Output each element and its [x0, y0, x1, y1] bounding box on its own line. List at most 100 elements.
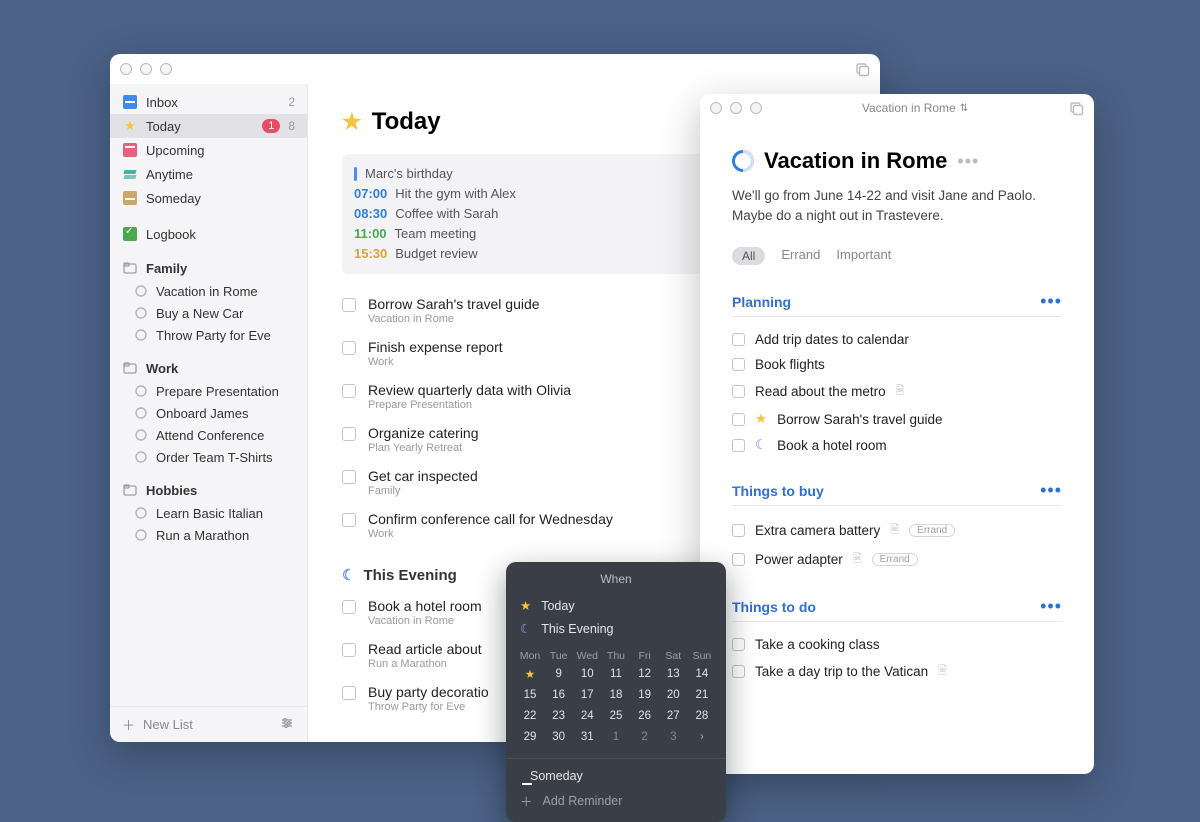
calendar-day[interactable]: 21	[690, 685, 714, 705]
sidebar-project[interactable]: Attend Conference	[110, 424, 307, 446]
sidebar-project[interactable]: Learn Basic Italian	[110, 502, 307, 524]
calendar-day[interactable]: 1	[604, 727, 628, 747]
tag-important[interactable]: Important	[836, 247, 891, 265]
more-icon[interactable]: •••	[957, 151, 979, 172]
add-reminder[interactable]: ＋ Add Reminder	[506, 787, 726, 814]
calendar-day[interactable]: 20	[661, 685, 685, 705]
checkbox[interactable]	[732, 638, 745, 651]
sidebar-project[interactable]: Throw Party for Eve	[110, 324, 307, 346]
when-someday[interactable]: Someday	[506, 765, 726, 787]
chevron-right-icon[interactable]: ›	[690, 727, 714, 747]
sidebar-project[interactable]: Onboard James	[110, 402, 307, 424]
section-name[interactable]: Things to buy	[732, 483, 824, 499]
task-row[interactable]: ★Borrow Sarah's travel guide	[732, 406, 1062, 432]
checkbox[interactable]	[342, 427, 356, 441]
star-icon[interactable]: ★	[518, 664, 542, 684]
calendar-day[interactable]: 11	[604, 664, 628, 684]
sidebar-project[interactable]: Prepare Presentation	[110, 380, 307, 402]
zoom-icon[interactable]	[160, 63, 172, 75]
sidebar-area[interactable]: Work	[110, 356, 307, 380]
sidebar-item-anytime[interactable]: Anytime	[110, 162, 307, 186]
zoom-icon[interactable]	[750, 102, 762, 114]
task-row[interactable]: ☾Book a hotel room	[732, 432, 1062, 458]
calendar-day[interactable]: 12	[633, 664, 657, 684]
tag-errand[interactable]: Errand	[781, 247, 820, 265]
plus-icon[interactable]: ＋	[122, 715, 135, 734]
calendar-day[interactable]: 17	[575, 685, 599, 705]
checkbox[interactable]	[342, 470, 356, 484]
minimize-icon[interactable]	[140, 63, 152, 75]
sidebar-project[interactable]: Run a Marathon	[110, 524, 307, 546]
minimize-icon[interactable]	[730, 102, 742, 114]
window-title[interactable]: Vacation in Rome ⇅	[762, 101, 1068, 115]
sidebar-area[interactable]: Family	[110, 256, 307, 280]
sidebar-item-someday[interactable]: Someday	[110, 186, 307, 210]
section-name[interactable]: Things to do	[732, 599, 816, 615]
close-icon[interactable]	[710, 102, 722, 114]
checkbox[interactable]	[342, 341, 356, 355]
task-row[interactable]: Power adapter🗎Errand	[732, 545, 1062, 574]
checkbox[interactable]	[732, 665, 745, 678]
checkbox[interactable]	[732, 413, 745, 426]
more-icon[interactable]: •••	[1040, 596, 1062, 617]
section-name[interactable]: Planning	[732, 294, 791, 310]
checkbox[interactable]	[342, 686, 356, 700]
sidebar-project[interactable]: Vacation in Rome	[110, 280, 307, 302]
calendar-day[interactable]: 27	[661, 706, 685, 726]
sidebar-project[interactable]: Buy a New Car	[110, 302, 307, 324]
calendar-day[interactable]: 18	[604, 685, 628, 705]
calendar-day[interactable]: 9	[547, 664, 571, 684]
sidebar-item-upcoming[interactable]: Upcoming	[110, 138, 307, 162]
new-list-button[interactable]: New List	[143, 717, 193, 732]
calendar-day[interactable]: 28	[690, 706, 714, 726]
when-today[interactable]: ★ Today	[506, 594, 726, 617]
task-row[interactable]: Read about the metro🗎	[732, 377, 1062, 406]
checkbox[interactable]	[732, 439, 745, 452]
calendar-day[interactable]: 19	[633, 685, 657, 705]
calendar-day[interactable]: 16	[547, 685, 571, 705]
task-row[interactable]: Add trip dates to calendar	[732, 327, 1062, 352]
calendar-day[interactable]: 22	[518, 706, 542, 726]
calendar-day[interactable]: 26	[633, 706, 657, 726]
calendar-day[interactable]: 3	[661, 727, 685, 747]
when-evening[interactable]: ☾ This Evening	[506, 617, 726, 640]
calendar-day[interactable]: 2	[633, 727, 657, 747]
checkbox[interactable]	[732, 524, 745, 537]
task-row[interactable]: Take a day trip to the Vatican🗎	[732, 657, 1062, 686]
checkbox[interactable]	[342, 513, 356, 527]
new-window-icon[interactable]	[854, 61, 870, 77]
checkbox[interactable]	[342, 384, 356, 398]
sidebar-area[interactable]: Hobbies	[110, 478, 307, 502]
sidebar-project[interactable]: Order Team T-Shirts	[110, 446, 307, 468]
task-row[interactable]: Extra camera battery🗎Errand	[732, 516, 1062, 545]
project-notes[interactable]: We'll go from June 14-22 and visit Jane …	[732, 186, 1062, 225]
checkbox[interactable]	[342, 600, 356, 614]
calendar-day[interactable]: 29	[518, 727, 542, 747]
task-row[interactable]: Take a cooking class	[732, 632, 1062, 657]
settings-icon[interactable]	[279, 715, 295, 734]
checkbox[interactable]	[732, 553, 745, 566]
checkbox[interactable]	[732, 333, 745, 346]
sidebar-item-logbook[interactable]: Logbook	[110, 222, 307, 246]
task-row[interactable]: Book flights	[732, 352, 1062, 377]
tag-all[interactable]: All	[732, 247, 765, 265]
calendar-day[interactable]: 31	[575, 727, 599, 747]
calendar-day[interactable]: 14	[690, 664, 714, 684]
checkbox[interactable]	[342, 643, 356, 657]
calendar-day[interactable]: 30	[547, 727, 571, 747]
more-icon[interactable]: •••	[1040, 291, 1062, 312]
new-window-icon[interactable]	[1068, 100, 1084, 116]
calendar-day[interactable]: 23	[547, 706, 571, 726]
sidebar-item-inbox[interactable]: Inbox 2	[110, 90, 307, 114]
more-icon[interactable]: •••	[1040, 480, 1062, 501]
close-icon[interactable]	[120, 63, 132, 75]
checkbox[interactable]	[342, 298, 356, 312]
calendar-day[interactable]: 24	[575, 706, 599, 726]
calendar-day[interactable]: 15	[518, 685, 542, 705]
sidebar-item-today[interactable]: ★ Today 1 8	[110, 114, 307, 138]
checkbox[interactable]	[732, 358, 745, 371]
checkbox[interactable]	[732, 385, 745, 398]
calendar-day[interactable]: 10	[575, 664, 599, 684]
calendar-day[interactable]: 13	[661, 664, 685, 684]
calendar-day[interactable]: 25	[604, 706, 628, 726]
